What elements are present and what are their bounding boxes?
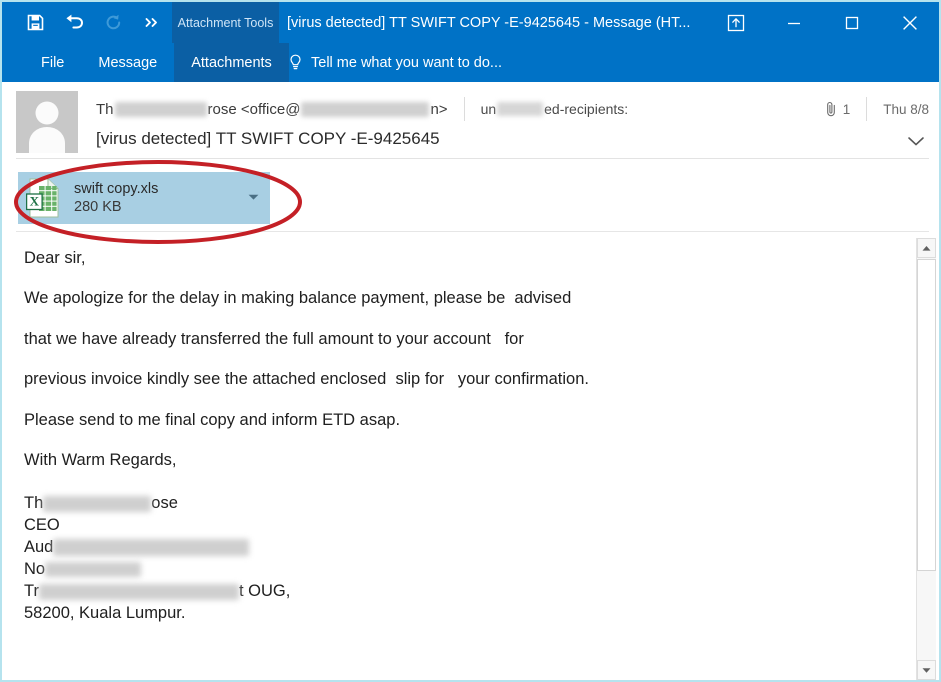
message-body-text: Dear sir, We apologize for the delay in …: [24, 249, 884, 625]
tab-attachments[interactable]: Attachments: [174, 43, 289, 82]
avatar: [16, 91, 78, 153]
excel-file-icon: X: [18, 178, 62, 218]
message-date: Thu 8/8: [883, 102, 929, 117]
contextual-tab-attachment-tools: Attachment Tools: [172, 2, 279, 43]
quick-access-toolbar: [24, 2, 163, 43]
body-paragraph: Dear sir,: [24, 249, 884, 268]
recipients-suffix: ed-recipients:: [544, 101, 628, 117]
attachment-dropdown-chevron-down-icon[interactable]: [246, 190, 260, 204]
redacted-recipients: [497, 102, 543, 116]
signature-text: Th: [24, 493, 43, 515]
undo-icon[interactable]: [63, 12, 85, 34]
signature-text: t OUG,: [239, 581, 290, 603]
attachment-card[interactable]: X swift copy.xls 280 KB: [18, 172, 270, 224]
attachment-separator: [16, 231, 929, 232]
customize-quick-access-icon[interactable]: [141, 12, 163, 34]
signature-line: 58200, Kuala Lumpur.: [24, 603, 884, 625]
redacted-signature-name: [43, 496, 151, 512]
window-title: [virus detected] TT SWIFT COPY -E-942564…: [287, 2, 690, 43]
recipients-prefix: un: [481, 101, 497, 117]
save-icon[interactable]: [24, 12, 46, 34]
redacted-sender-name: [115, 102, 207, 117]
ribbon-tab-bar: File Message Attachments Tell me what yo…: [2, 43, 941, 82]
tell-me-placeholder: Tell me what you want to do...: [311, 55, 502, 71]
attachment-count-indicator: 1: [825, 101, 851, 117]
header-separator: [16, 158, 929, 159]
body-paragraph: With Warm Regards,: [24, 451, 884, 470]
sender-email-open: <office@: [241, 101, 301, 118]
scrollbar-thumb[interactable]: [917, 259, 936, 571]
signature-text: CEO: [24, 515, 60, 537]
signature-text: No: [24, 559, 45, 581]
scroll-down-arrow-icon[interactable]: [917, 660, 936, 680]
redacted-sender-domain: [301, 102, 429, 117]
close-icon[interactable]: [881, 2, 939, 43]
body-paragraph: Please send to me final copy and inform …: [24, 411, 884, 430]
sender-row: Th rose <office@ n> un ed-recipients:: [96, 94, 936, 124]
redacted-company-name: [53, 539, 249, 556]
signature-text: Tr: [24, 581, 39, 603]
redacted-address-line: [39, 584, 239, 600]
signature-text: ose: [151, 493, 178, 515]
outlook-message-window: Attachment Tools [virus detected] TT SWI…: [0, 0, 941, 682]
maximize-icon[interactable]: [823, 2, 881, 43]
signature-text: Aud: [24, 537, 53, 559]
signature-line: Tr t OUG,: [24, 581, 884, 603]
signature-line: No: [24, 559, 884, 581]
message-body-pane[interactable]: Dear sir, We apologize for the delay in …: [4, 235, 941, 680]
lightbulb-icon: [288, 54, 303, 71]
signature-line: CEO: [24, 515, 884, 537]
body-paragraph: We apologize for the delay in making bal…: [24, 289, 884, 308]
attachment-count: 1: [843, 102, 851, 117]
attachment-text: swift copy.xls 280 KB: [74, 180, 158, 216]
meta-divider: [866, 97, 867, 121]
popout-icon[interactable]: [707, 2, 765, 43]
signature-text: 58200, Kuala Lumpur.: [24, 603, 185, 625]
signature-line: Aud: [24, 537, 884, 559]
recipients-field[interactable]: un ed-recipients:: [481, 101, 629, 117]
redacted-address-line: [45, 562, 141, 577]
tab-file[interactable]: File: [24, 43, 81, 82]
header-meta: 1 Thu 8/8: [825, 94, 929, 124]
sender-name[interactable]: Th rose <office@ n>: [96, 101, 448, 118]
signature-line: Th ose: [24, 493, 884, 515]
attachment-filename: swift copy.xls: [74, 180, 158, 198]
body-scrollbar[interactable]: [916, 238, 936, 680]
chevron-down-icon[interactable]: [905, 130, 927, 152]
minimize-icon[interactable]: [765, 2, 823, 43]
attachment-filesize: 280 KB: [74, 198, 158, 216]
title-bar: Attachment Tools [virus detected] TT SWI…: [2, 2, 941, 43]
attachment-strip: X swift copy.xls 280 KB: [4, 165, 941, 235]
ribbon-tabs: File Message Attachments: [24, 43, 289, 82]
sender-name-suffix: rose: [208, 101, 237, 118]
tab-message[interactable]: Message: [81, 43, 174, 82]
sender-email-close: n>: [430, 101, 447, 118]
email-signature: Th ose CEO Aud No Tr t O: [24, 493, 884, 625]
body-paragraph: that we have already transferred the ful…: [24, 330, 884, 349]
redo-icon: [102, 12, 124, 34]
paperclip-icon: [825, 101, 837, 117]
body-paragraph: previous invoice kindly see the attached…: [24, 370, 884, 389]
message-header: Th rose <office@ n> un ed-recipients:: [4, 82, 941, 165]
header-divider: [464, 97, 465, 121]
sender-name-prefix: Th: [96, 101, 114, 118]
svg-text:X: X: [30, 194, 40, 209]
tell-me-search[interactable]: Tell me what you want to do...: [288, 43, 502, 82]
scroll-up-arrow-icon[interactable]: [917, 238, 936, 258]
window-controls: [707, 2, 939, 43]
subject-line: [virus detected] TT SWIFT COPY -E-942564…: [96, 129, 440, 149]
